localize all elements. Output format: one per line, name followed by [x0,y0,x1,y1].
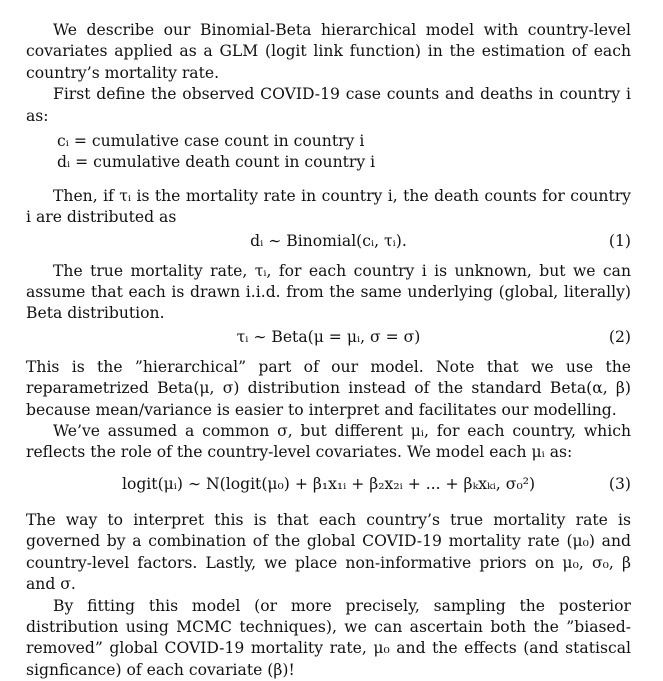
interpretation-paragraph: The way to interpret this is that each c… [26,510,631,596]
equation-1-expression: dᵢ ∼ Binomial(cᵢ, τᵢ). [26,231,631,252]
equation-2-expression: τᵢ ∼ Beta(μ = μᵢ, σ = σ) [26,327,631,348]
true-rate-paragraph: The true mortality rate, τᵢ, for each co… [26,261,631,325]
case-count-definition: cᵢ = cumulative case count in country i [57,131,631,152]
conclusion-paragraph: By fitting this model (or more precisely… [26,596,631,681]
equation-1-number: (1) [609,231,631,252]
equation-2: τᵢ ∼ Beta(μ = μᵢ, σ = σ) (2) [26,325,631,351]
equation-3-expression: logit(μᵢ) ∼ N(logit(μ₀) + β₁x₁ᵢ + β₂x₂ᵢ … [26,474,631,495]
equation-3-number: (3) [609,474,631,495]
distribution-paragraph: Then, if τᵢ is the mortality rate in cou… [26,186,631,229]
intro-paragraph: We describe our Binomial-Beta hierarchic… [26,20,631,84]
death-count-definition: dᵢ = cumulative death count in country i [57,152,631,173]
equation-2-number: (2) [609,327,631,348]
covariate-paragraph: We’ve assumed a common σ, but different … [26,421,631,464]
definition-intro-paragraph: First define the observed COVID-19 case … [26,84,631,127]
equation-1: dᵢ ∼ Binomial(cᵢ, τᵢ). (1) [26,229,631,255]
hierarchical-paragraph: This is the ”hierarchical” part of our m… [26,357,631,421]
definition-list: cᵢ = cumulative case count in country i … [57,131,631,174]
equation-3: logit(μᵢ) ∼ N(logit(μ₀) + β₁x₁ᵢ + β₂x₂ᵢ … [26,464,631,504]
paper-page: We describe our Binomial-Beta hierarchic… [26,20,631,681]
